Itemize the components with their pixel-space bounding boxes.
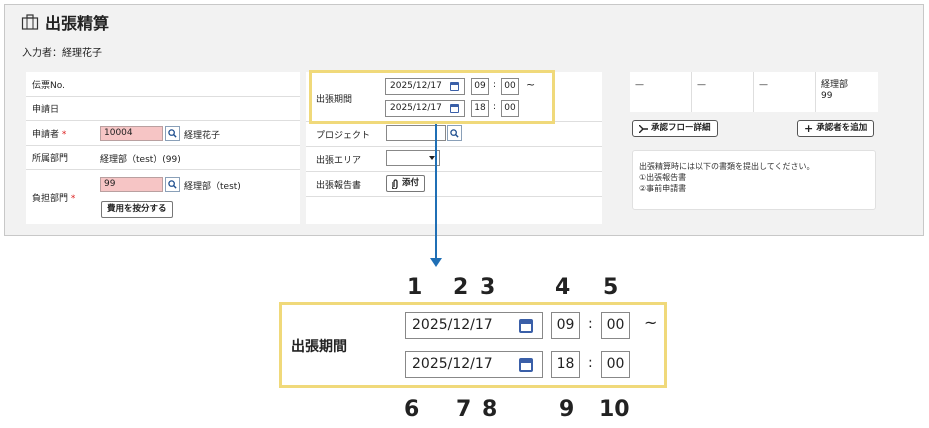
- area-row: 出張エリア: [306, 147, 602, 172]
- start-date-input[interactable]: 2025/12/17: [385, 78, 465, 95]
- attach-button[interactable]: 添付: [386, 175, 426, 192]
- callout-arrow-head: [430, 258, 442, 267]
- attach-button-label: 添付: [402, 178, 420, 188]
- approval-route-panel: — — — 経理部 99: [630, 72, 878, 112]
- notice-line: ②事前申請書: [639, 184, 687, 193]
- callout-number: 1: [407, 275, 423, 300]
- charge-dept-label-text: 負担部門: [32, 194, 69, 204]
- applicant-code-input[interactable]: 10004: [100, 126, 163, 141]
- zoom-end-date-value: 2025/12/17: [412, 356, 493, 372]
- notice-line: 出張精算時には以下の書類を提出してください。: [639, 162, 815, 171]
- slip-no-label: 伝票No.: [32, 80, 65, 91]
- zoom-end-date-input[interactable]: 2025/12/17: [405, 351, 543, 378]
- charge-dept-label: 負担部門 *: [32, 191, 75, 204]
- callout-number: 8: [482, 397, 498, 422]
- calendar-icon[interactable]: [450, 82, 459, 91]
- colon: :: [493, 80, 497, 90]
- plus-icon: +: [804, 122, 814, 135]
- search-icon: [168, 129, 177, 138]
- page-title: 出張精算: [21, 10, 109, 34]
- project-input[interactable]: [386, 125, 446, 141]
- colon: :: [588, 316, 593, 332]
- flow-icon: [639, 124, 648, 133]
- dept-row: 所属部門 経理部（test）(99): [26, 146, 300, 170]
- end-hour-input[interactable]: 18: [471, 100, 489, 117]
- applicant-name: 経理花子: [184, 131, 221, 141]
- apply-date-label: 申請日: [32, 105, 60, 115]
- approval-flow-detail-button[interactable]: 承認フロー詳細: [632, 120, 718, 137]
- charge-dept-row: 負担部門 * 99 経理部（test) 費用を按分する: [26, 170, 300, 224]
- required-mark: *: [61, 129, 67, 140]
- applicant-label: 申請者 *: [32, 127, 66, 140]
- approval-cell: —: [630, 72, 692, 112]
- approval-cell-dept: 経理部 99: [821, 80, 849, 101]
- project-label: プロジェクト: [316, 131, 371, 141]
- report-label: 出張報告書: [316, 181, 362, 191]
- start-date-value: 2025/12/17: [390, 81, 442, 91]
- applicant-label-text: 申請者: [32, 129, 60, 140]
- callout-arrow-line: [435, 124, 437, 260]
- charge-dept-search-button[interactable]: [165, 177, 180, 192]
- end-date-input[interactable]: 2025/12/17: [385, 100, 465, 117]
- approval-cell: —: [692, 72, 754, 112]
- project-row: プロジェクト: [306, 122, 602, 147]
- calendar-icon[interactable]: [519, 358, 533, 372]
- notice-line: ①出張報告書: [639, 173, 687, 182]
- start-hour-input[interactable]: 09: [471, 78, 489, 95]
- zoom-start-date-value: 2025/12/17: [412, 317, 493, 333]
- dept-value: 経理部（test）(99): [100, 155, 181, 165]
- tilde: ~: [526, 78, 536, 91]
- zoom-end-hour-input[interactable]: 18: [551, 351, 580, 378]
- inputter-label: 入力者：経理花子: [22, 48, 102, 59]
- zoom-start-date-input[interactable]: 2025/12/17: [405, 312, 543, 339]
- charge-dept-code-input[interactable]: 99: [100, 177, 163, 192]
- dept-label: 所属部門: [32, 154, 69, 164]
- callout-number: 10: [599, 397, 630, 422]
- briefcase-icon: [21, 14, 39, 30]
- page-title-text: 出張精算: [45, 14, 110, 33]
- start-min-input[interactable]: 00: [501, 78, 519, 95]
- end-date-value: 2025/12/17: [390, 103, 442, 113]
- area-select[interactable]: [386, 150, 440, 166]
- area-label: 出張エリア: [316, 156, 362, 166]
- callout-number: 6: [404, 397, 420, 422]
- tilde: ~: [644, 313, 658, 332]
- slip-no-row: 伝票No.: [26, 72, 300, 97]
- basic-info-panel: 伝票No. 申請日 申請者 * 10004 経理花子 所属部門 経理部（test…: [26, 72, 300, 224]
- colon: :: [588, 355, 593, 371]
- end-min-input[interactable]: 00: [501, 100, 519, 117]
- project-search-button[interactable]: [447, 125, 462, 141]
- callout-number: 4: [555, 275, 571, 300]
- zoom-trip-period-label: 出張期間: [291, 339, 347, 355]
- callout-number: 3: [480, 275, 496, 300]
- calendar-icon[interactable]: [519, 319, 533, 333]
- report-row: 出張報告書 添付: [306, 172, 602, 197]
- add-approver-label: 承認者を追加: [816, 123, 868, 133]
- zoom-start-min-input[interactable]: 00: [601, 312, 630, 339]
- zoom-end-min-input[interactable]: 00: [601, 351, 630, 378]
- add-approver-button[interactable]: + 承認者を追加: [797, 120, 875, 137]
- required-documents-notice: 出張精算時には以下の書類を提出してください。 ①出張報告書 ②事前申請書: [632, 150, 876, 210]
- calendar-icon[interactable]: [450, 104, 459, 113]
- search-icon: [168, 180, 177, 189]
- approval-cell: —: [754, 72, 816, 112]
- callout-number: 7: [456, 397, 472, 422]
- required-mark: *: [70, 194, 76, 204]
- approval-flow-detail-label: 承認フロー詳細: [651, 123, 711, 133]
- colon: :: [493, 102, 497, 112]
- charge-dept-name: 経理部（test): [184, 182, 241, 192]
- apply-date-row: 申請日: [26, 97, 300, 121]
- search-icon: [450, 128, 459, 138]
- paperclip-icon: [392, 178, 398, 189]
- callout-number: 5: [603, 275, 619, 300]
- applicant-search-button[interactable]: [165, 126, 180, 141]
- zoom-start-hour-input[interactable]: 09: [551, 312, 580, 339]
- applicant-row: 申請者 * 10004 経理花子: [26, 121, 300, 146]
- callout-number: 2: [453, 275, 469, 300]
- split-cost-button[interactable]: 費用を按分する: [101, 201, 173, 218]
- callout-number: 9: [559, 397, 575, 422]
